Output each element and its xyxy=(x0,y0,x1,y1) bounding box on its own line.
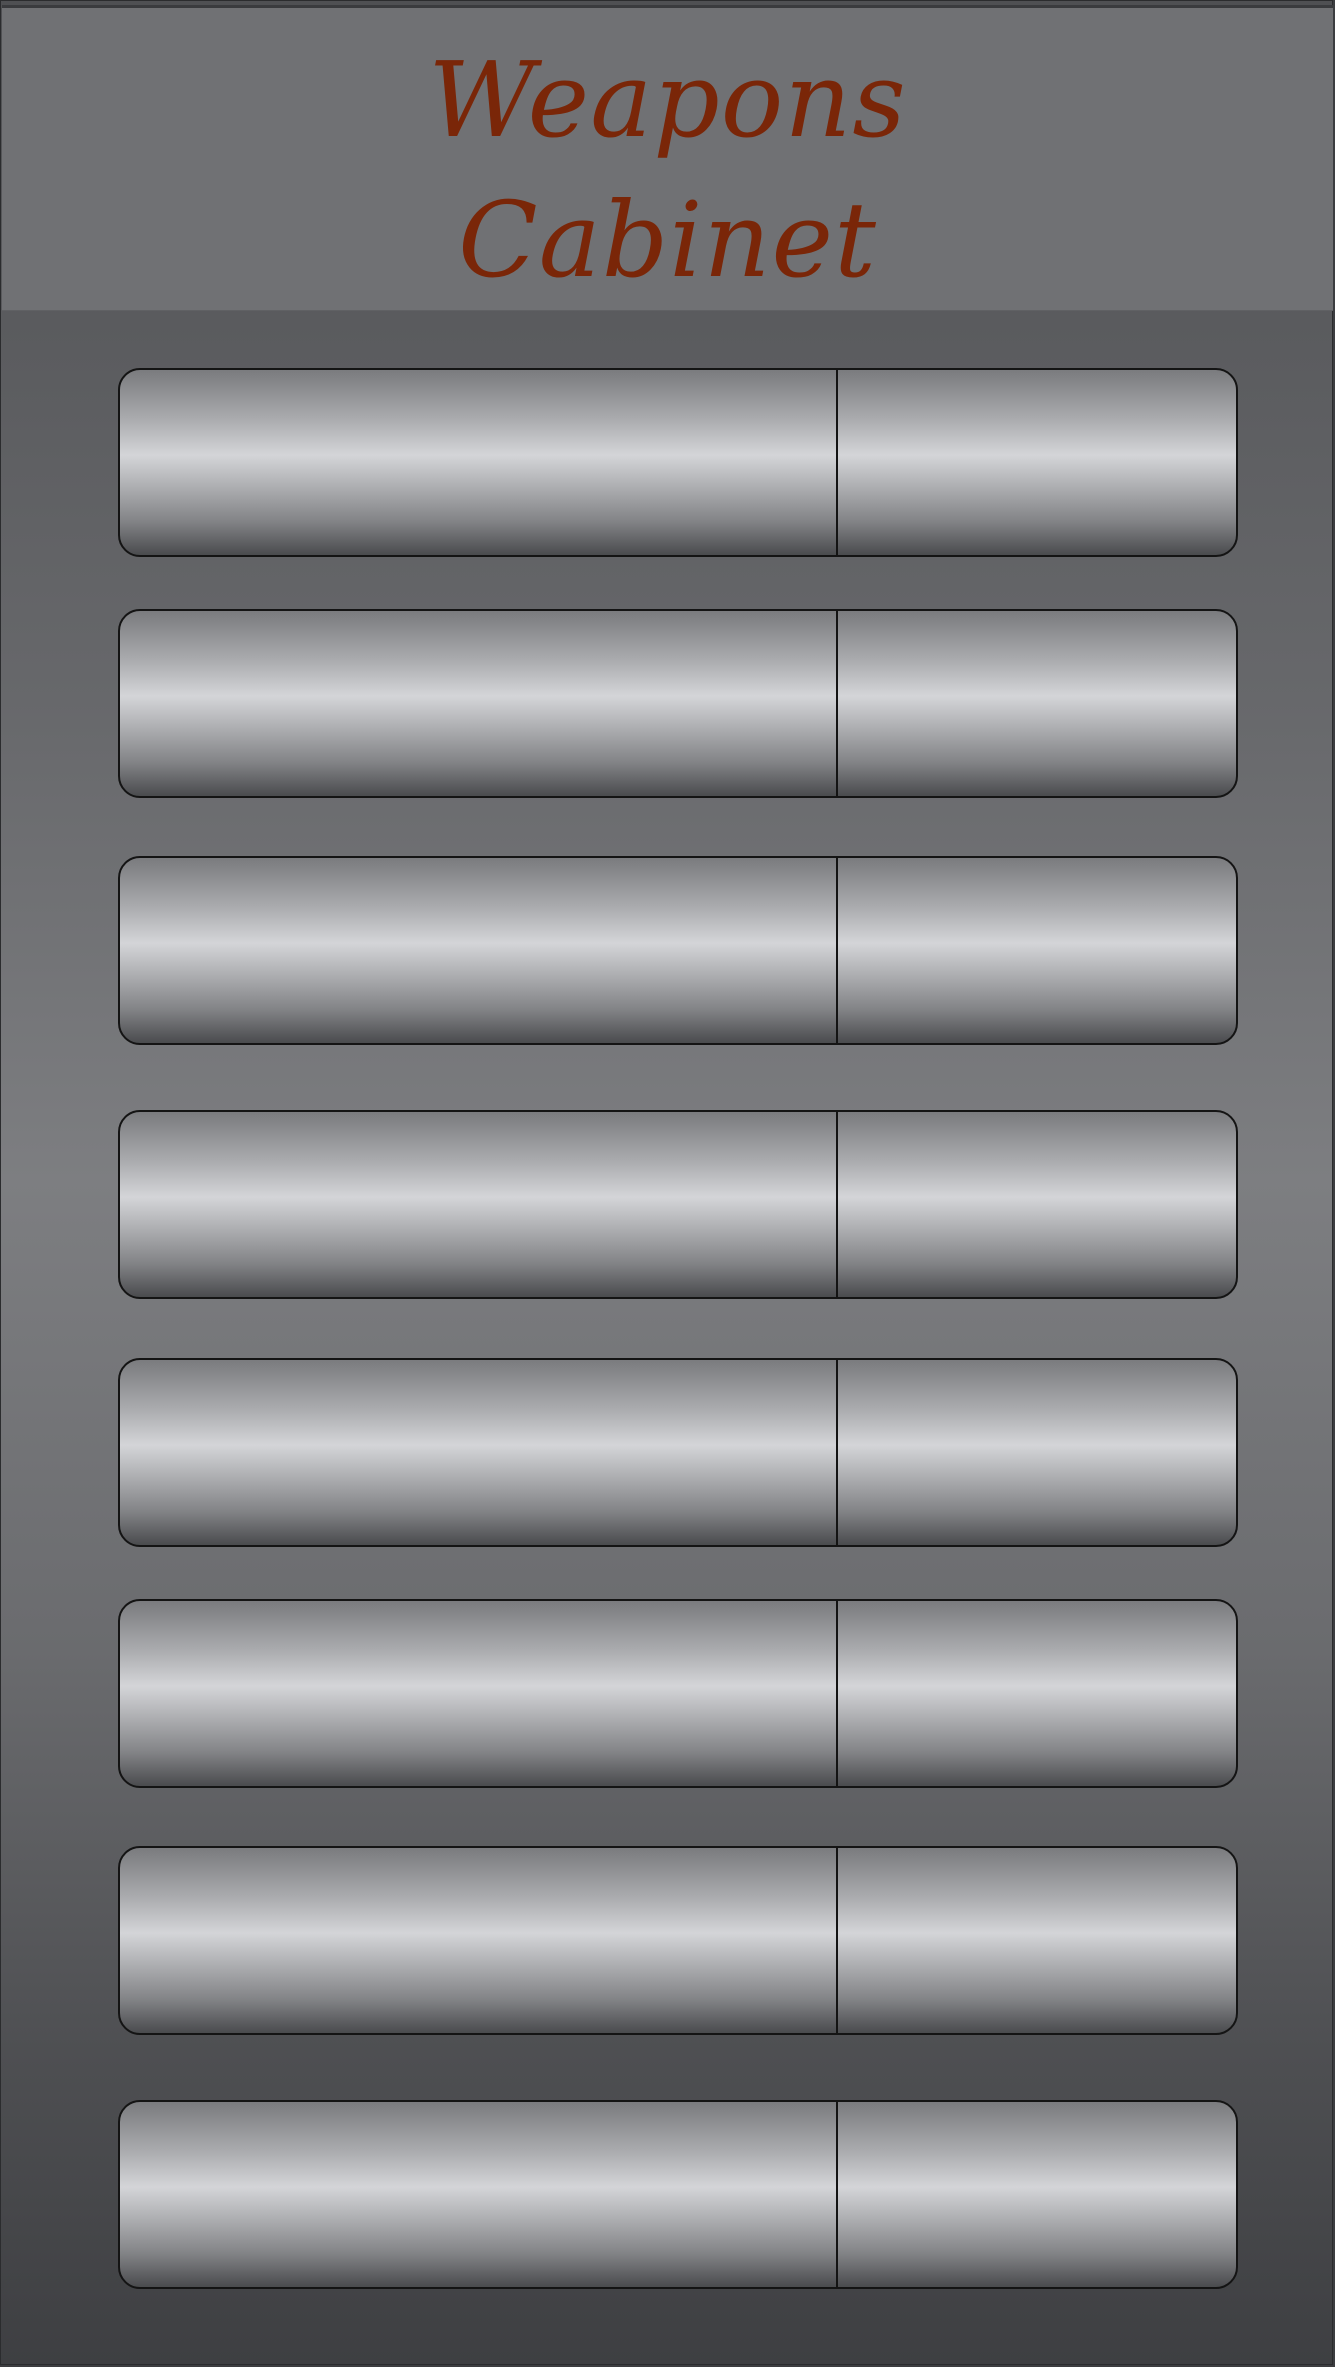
cabinet-header: Weapons Cabinet xyxy=(2,5,1333,311)
weapon-slot-name[interactable] xyxy=(120,1848,838,2033)
weapon-slot-name[interactable] xyxy=(120,1601,838,1786)
weapon-slot-value[interactable] xyxy=(838,611,1236,796)
weapon-slot-value[interactable] xyxy=(838,1848,1236,2033)
weapon-slot-value[interactable] xyxy=(838,1360,1236,1545)
weapon-slot-1[interactable] xyxy=(118,368,1238,557)
weapon-slot-4[interactable] xyxy=(118,1110,1238,1299)
weapon-slot-value[interactable] xyxy=(838,2102,1236,2287)
weapon-slot-value[interactable] xyxy=(838,858,1236,1043)
weapon-slot-name[interactable] xyxy=(120,611,838,796)
cabinet-title-line-2: Cabinet xyxy=(458,179,877,301)
weapon-slot-value[interactable] xyxy=(838,1601,1236,1786)
weapon-slot-value[interactable] xyxy=(838,1112,1236,1297)
weapon-slot-2[interactable] xyxy=(118,609,1238,798)
weapon-slot-8[interactable] xyxy=(118,2100,1238,2289)
weapon-slot-name[interactable] xyxy=(120,2102,838,2287)
weapon-slot-7[interactable] xyxy=(118,1846,1238,2035)
weapon-slot-6[interactable] xyxy=(118,1599,1238,1788)
weapon-slot-5[interactable] xyxy=(118,1358,1238,1547)
cabinet-frame: Weapons Cabinet xyxy=(0,0,1333,2365)
weapon-slot-name[interactable] xyxy=(120,858,838,1043)
weapon-slot-name[interactable] xyxy=(120,1112,838,1297)
cabinet-title-line-1: Weapons xyxy=(428,39,907,161)
weapon-slot-name[interactable] xyxy=(120,1360,838,1545)
weapon-slot-3[interactable] xyxy=(118,856,1238,1045)
weapon-slot-value[interactable] xyxy=(838,370,1236,555)
weapon-slot-name[interactable] xyxy=(120,370,838,555)
